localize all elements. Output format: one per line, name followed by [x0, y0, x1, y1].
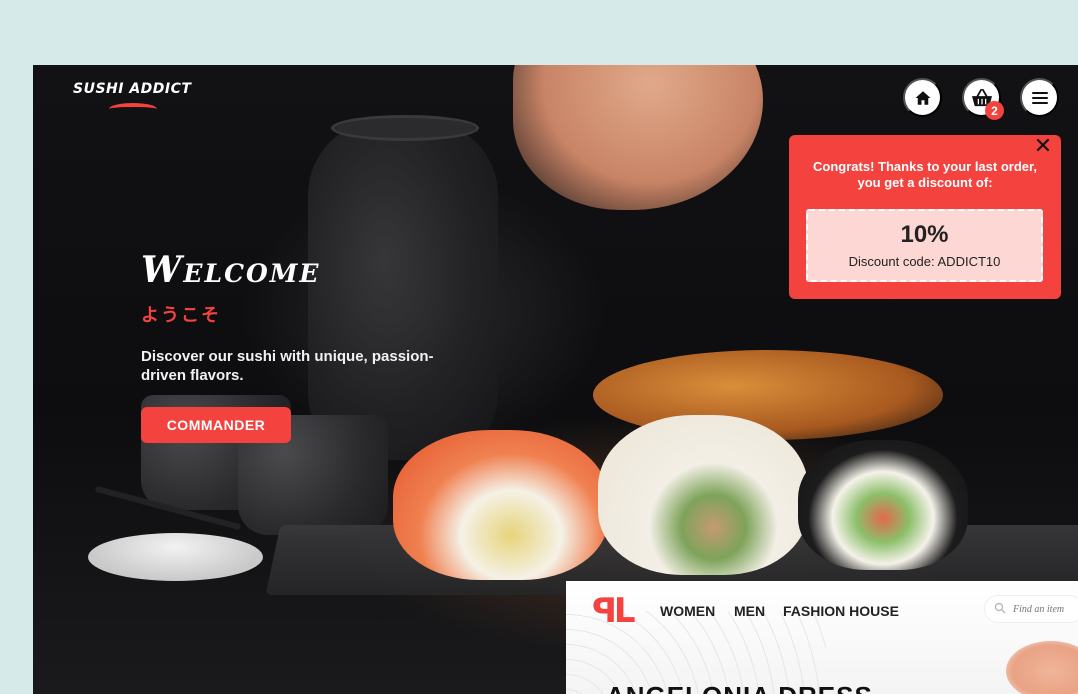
coupon-box: 10% Discount code: ADDICT10	[806, 209, 1043, 282]
hero-tagline: Discover our sushi with unique, passion-…	[141, 348, 434, 384]
fashion-logo[interactable]: ꟼL	[592, 591, 636, 631]
soy-dish-image	[88, 533, 263, 581]
hero-title: Welcome	[141, 249, 321, 291]
hand-image	[513, 65, 763, 210]
logo-swoosh-icon	[109, 103, 157, 115]
hero-title-japanese: ようこそ	[141, 305, 221, 325]
product-title: ANGELONIA DRESS	[606, 681, 873, 694]
close-icon: ✕	[1033, 134, 1053, 159]
discount-percentage: 10%	[900, 221, 949, 248]
discount-popup: ✕ Congrats! Thanks to your last order, y…	[789, 135, 1061, 299]
popup-message: Congrats! Thanks to your last order, you…	[813, 159, 1037, 190]
salmon-roll-image	[393, 430, 608, 580]
sake-bottle-image	[308, 120, 498, 460]
search-icon	[994, 602, 1006, 614]
home-icon	[915, 90, 930, 105]
menu-button[interactable]	[1020, 78, 1059, 117]
close-popup-button[interactable]: ✕	[1033, 134, 1053, 159]
order-button[interactable]: COMMANDER	[141, 407, 291, 443]
site-logo[interactable]: SUSHI ADDICT	[73, 81, 191, 97]
maki-roll-image	[798, 440, 968, 570]
home-button[interactable]	[903, 78, 942, 117]
sesame-roll-image	[598, 415, 808, 575]
nav-men[interactable]: MEN	[734, 603, 765, 619]
nav-fashion-house[interactable]: FASHION HOUSE	[783, 603, 899, 619]
nav-women[interactable]: WOMEN	[660, 603, 715, 619]
discount-code: Discount code: ADDICT10	[848, 254, 1001, 269]
sake-bottle-neck-image	[331, 115, 479, 141]
model-image	[1006, 641, 1078, 694]
fashion-site-window: ꟼL WOMEN MEN FASHION HOUSE ANGELONIA DRE…	[566, 581, 1078, 694]
cart-count-badge: 2	[985, 101, 1004, 120]
hamburger-icon	[1031, 91, 1048, 104]
cart-button[interactable]: 2	[962, 78, 1004, 120]
